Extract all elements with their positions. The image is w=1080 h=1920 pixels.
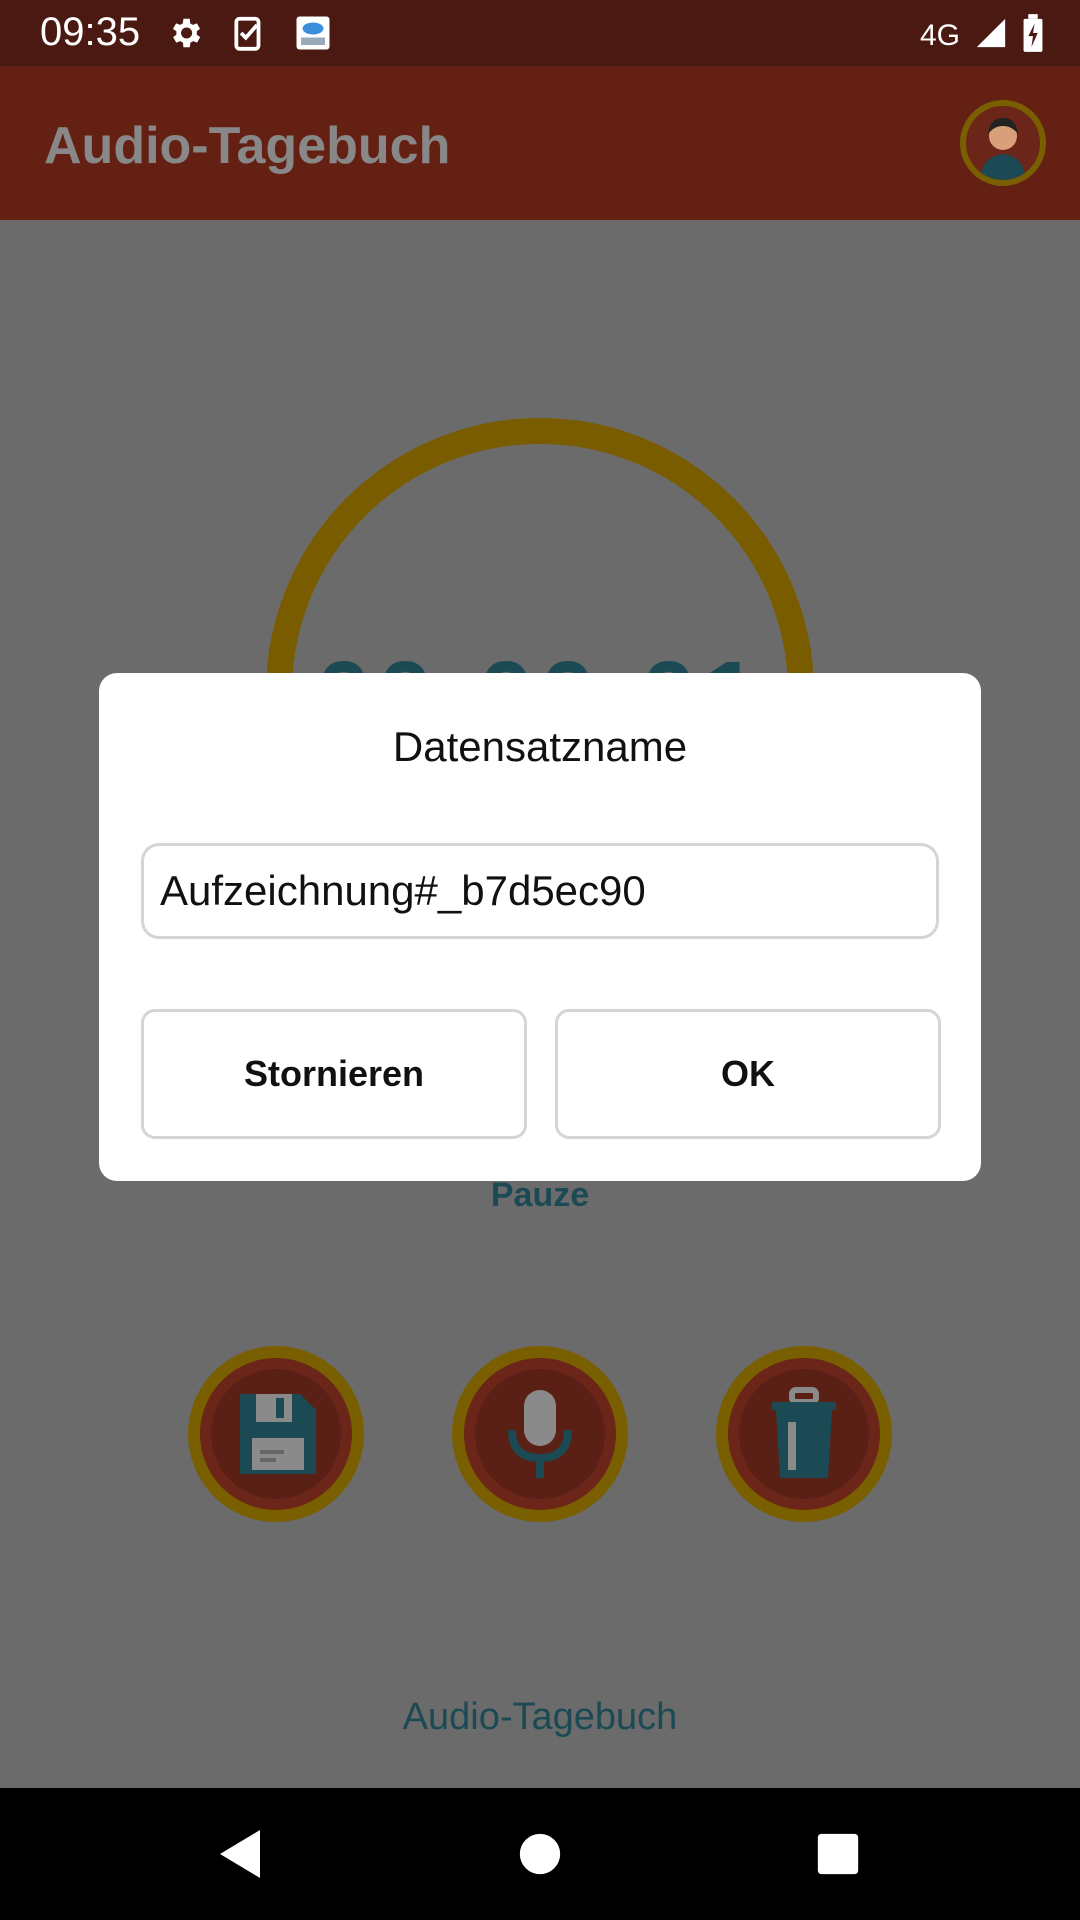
clipboard-check-icon bbox=[230, 14, 268, 52]
record-button[interactable] bbox=[452, 1346, 628, 1522]
dialog-title: Datensatzname bbox=[392, 723, 688, 770]
floppy-disk-icon bbox=[240, 1394, 316, 1474]
status-label: Pauze bbox=[490, 1176, 590, 1214]
status-bar: 09:35 4G bbox=[0, 0, 1080, 66]
microphone-icon bbox=[508, 1390, 572, 1478]
recents-square-icon[interactable] bbox=[802, 1818, 874, 1890]
app-bar: Audio-Tagebuch bbox=[0, 66, 1080, 220]
save-button[interactable] bbox=[188, 1346, 364, 1522]
signal-icon bbox=[974, 16, 1008, 55]
footer-title: Audio-Tagebuch bbox=[402, 1696, 678, 1738]
ok-button[interactable]: OK bbox=[555, 1009, 941, 1139]
trash-icon bbox=[772, 1387, 836, 1478]
rename-dialog: Datensatzname Stornieren OK bbox=[99, 673, 981, 1181]
status-icons-left bbox=[166, 14, 332, 52]
navigation-bar bbox=[0, 1788, 1080, 1920]
status-right: 4G bbox=[920, 14, 1044, 57]
app-title: Audio-Tagebuch bbox=[44, 117, 451, 175]
status-time: 09:35 bbox=[40, 10, 141, 54]
record-name-input[interactable] bbox=[141, 843, 939, 939]
home-circle-icon[interactable] bbox=[504, 1818, 576, 1890]
battery-charging-icon bbox=[1022, 14, 1044, 57]
user-avatar-icon[interactable] bbox=[960, 100, 1046, 186]
gear-icon bbox=[166, 14, 204, 52]
network-type: 4G bbox=[919, 18, 960, 52]
cloud-app-icon bbox=[294, 14, 332, 52]
cancel-button[interactable]: Stornieren bbox=[141, 1009, 527, 1139]
back-triangle-icon[interactable] bbox=[204, 1818, 276, 1890]
delete-button[interactable] bbox=[716, 1346, 892, 1522]
